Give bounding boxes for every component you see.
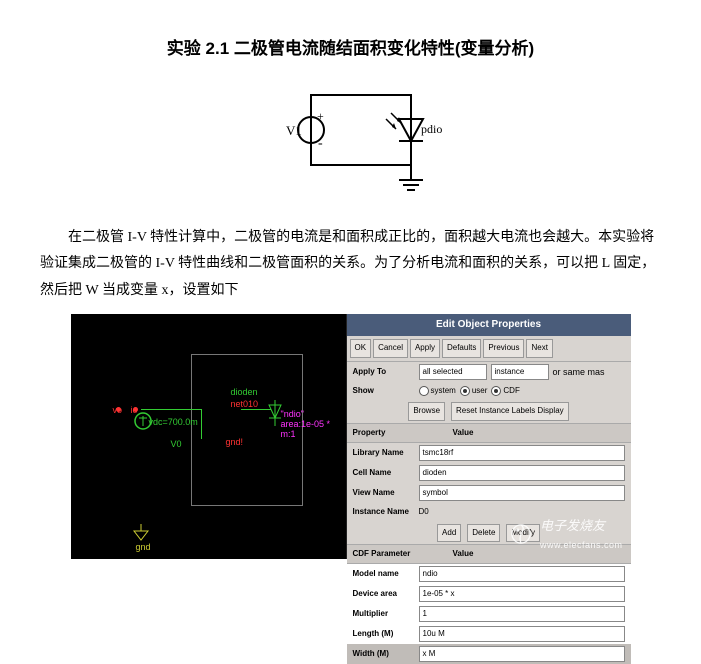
circuit-diagram: V1 + - pdio: [251, 85, 451, 205]
length-input[interactable]: 10u M: [419, 626, 625, 642]
add-button[interactable]: Add: [437, 524, 461, 542]
multiplier-label: Multiplier: [353, 607, 415, 621]
model-name-label: Model name: [353, 567, 415, 581]
apply-to-select-2[interactable]: instance: [491, 364, 549, 380]
instance-name-label: Instance Name: [353, 505, 415, 519]
show-user-radio[interactable]: user: [460, 384, 488, 398]
body-paragraph: 在二极管 I-V 特性计算中，二极管的电流是和面积成正比的，面积越大电流也会越大…: [40, 225, 661, 305]
width-label: Width (M): [353, 647, 415, 661]
dialog-toolbar: OK Cancel Apply Defaults Previous Next: [347, 336, 631, 361]
apply-to-select-1[interactable]: all selected: [419, 364, 487, 380]
reset-labels-button[interactable]: Reset Instance Labels Display: [451, 402, 569, 420]
device-area-input[interactable]: 1e-05 * x: [419, 586, 625, 602]
schematic-pane: dioden net010 vdc=700.0m gnd! "ndio" are…: [71, 314, 347, 559]
cadence-screenshot: dioden net010 vdc=700.0m gnd! "ndio" are…: [71, 314, 631, 559]
page-title: 实验 2.1 二极管电流随结面积变化特性(变量分析): [40, 34, 661, 65]
watermark-brand: 电子发烧友: [540, 514, 623, 537]
dialog-title: Edit Object Properties: [347, 314, 631, 336]
ground-icon: [131, 524, 151, 542]
show-system-radio[interactable]: system: [419, 384, 456, 398]
svg-text:-: -: [318, 136, 323, 151]
property-header: Property Value: [347, 423, 631, 443]
model-name-input[interactable]: ndio: [419, 566, 625, 582]
length-label: Length (M): [353, 627, 415, 641]
device-area-label: Device area: [353, 587, 415, 601]
watermark: 电子发烧友 www.elecfans.com: [508, 514, 623, 554]
view-name-label: View Name: [353, 486, 415, 500]
gnd-net-label: gnd!: [226, 434, 244, 450]
apply-to-label: Apply To: [353, 365, 415, 379]
library-name-label: Library Name: [353, 446, 415, 460]
next-button[interactable]: Next: [526, 339, 552, 357]
instance-name-value: D0: [419, 505, 429, 519]
view-name-input[interactable]: symbol: [419, 485, 625, 501]
elecfans-logo-icon: [508, 521, 534, 547]
previous-button[interactable]: Previous: [483, 339, 524, 357]
vdc-label: vdc=700.0m: [149, 414, 198, 430]
library-name-input[interactable]: tsmc18rf: [419, 445, 625, 461]
cell-name-input[interactable]: dioden: [419, 465, 625, 481]
v0-label: V0: [171, 436, 182, 452]
watermark-url: www.elecfans.com: [540, 537, 623, 553]
apply-button[interactable]: Apply: [410, 339, 440, 357]
cell-name-label: Cell Name: [353, 466, 415, 480]
multiplier-input[interactable]: 1: [419, 606, 625, 622]
diode-label: pdio: [421, 122, 442, 136]
browse-button[interactable]: Browse: [408, 402, 445, 420]
width-input[interactable]: x M: [419, 646, 625, 662]
v1-label: V1: [286, 123, 302, 138]
apply-to-same: or same mas: [553, 364, 605, 380]
ok-button[interactable]: OK: [350, 339, 372, 357]
cancel-button[interactable]: Cancel: [373, 339, 408, 357]
svg-text:+: +: [317, 109, 324, 123]
delete-button[interactable]: Delete: [467, 524, 500, 542]
show-label: Show: [353, 384, 415, 398]
diode-icon: [266, 400, 284, 430]
defaults-button[interactable]: Defaults: [442, 339, 481, 357]
voltage-source-icon: [133, 406, 153, 436]
show-cdf-radio[interactable]: CDF: [491, 384, 519, 398]
